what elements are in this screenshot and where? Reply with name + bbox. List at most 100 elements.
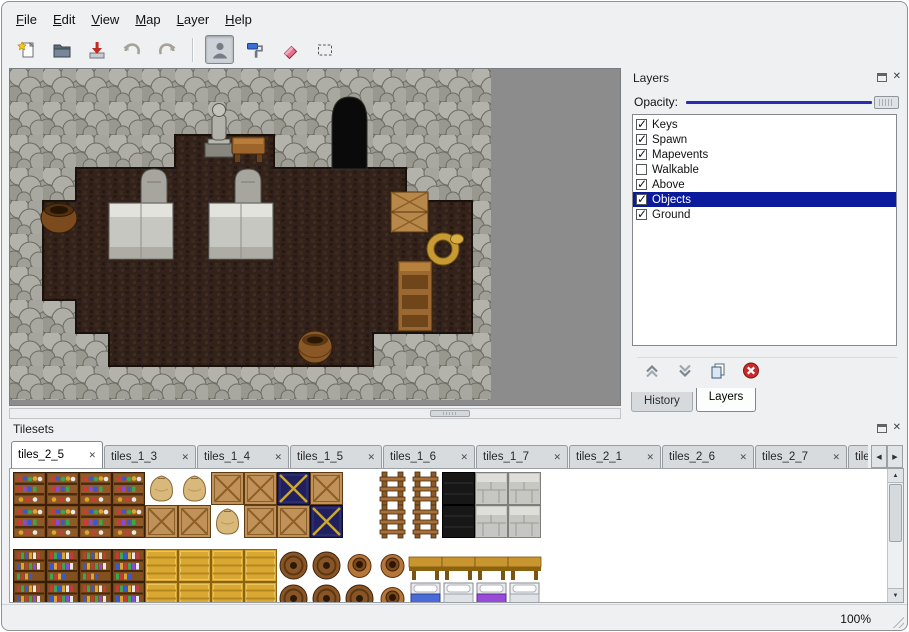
layer-checkbox[interactable]: ✓: [636, 134, 647, 145]
eraser-tool-button[interactable]: [275, 35, 304, 64]
tab-close-icon[interactable]: ✕: [739, 452, 747, 463]
eraser-icon: [280, 40, 300, 60]
zoom-level: 100%: [840, 612, 871, 626]
tileset-tab[interactable]: tiles_2_6 ✕: [662, 445, 754, 468]
tab-close-icon[interactable]: ✕: [274, 452, 282, 463]
tileset-tab[interactable]: tiles_ ✕: [848, 445, 868, 468]
menu-map[interactable]: Map: [127, 10, 168, 29]
float-panel-icon[interactable]: [877, 424, 887, 433]
tileset-tab[interactable]: tiles_2_1 ✕: [569, 445, 661, 468]
redo-button[interactable]: [152, 35, 181, 64]
tab-scroll-left-icon[interactable]: ◀: [871, 445, 887, 468]
menu-help[interactable]: Help: [217, 10, 260, 29]
stamp-tool-button[interactable]: [205, 35, 234, 64]
undo-button[interactable]: [117, 35, 146, 64]
tileset-tab[interactable]: tiles_1_7 ✕: [476, 445, 568, 468]
layer-checkbox[interactable]: ✓: [636, 119, 647, 130]
menu-layer[interactable]: Layer: [169, 10, 218, 29]
tileset-tab[interactable]: tiles_1_5 ✕: [290, 445, 382, 468]
layer-checkbox[interactable]: ✓: [636, 209, 647, 220]
scrollbar-thumb[interactable]: [430, 410, 470, 417]
tab-close-icon[interactable]: ✕: [832, 452, 840, 463]
tab-close-icon[interactable]: ✕: [181, 452, 189, 463]
rect-select-icon: [315, 40, 335, 60]
tileset-tab[interactable]: tiles_2_5 ✕: [11, 441, 103, 468]
tombstone-object: [141, 169, 167, 203]
layer-checkbox[interactable]: ✓: [636, 164, 647, 175]
redo-icon: [157, 40, 177, 60]
tileset-tab[interactable]: tiles_1_6 ✕: [383, 445, 475, 468]
layer-name: Objects: [652, 194, 691, 206]
tileset-tab[interactable]: tiles_1_3 ✕: [104, 445, 196, 468]
altar-object: [109, 203, 173, 259]
menu-view[interactable]: View: [83, 10, 127, 29]
layer-name: Ground: [652, 209, 690, 221]
tab-close-icon[interactable]: ✕: [646, 452, 654, 463]
tileset-tab-label: tiles_1_5: [297, 451, 363, 463]
float-panel-icon[interactable]: [877, 73, 887, 82]
scroll-up-icon[interactable]: ▲: [888, 469, 903, 483]
layer-row[interactable]: ✓ Ground: [633, 207, 896, 222]
barrel-object: [298, 331, 332, 363]
close-panel-icon[interactable]: ✕: [893, 423, 901, 433]
opacity-slider[interactable]: [686, 94, 899, 110]
layer-name: Above: [652, 179, 685, 191]
map-view: [9, 68, 621, 406]
layer-actions: [637, 357, 897, 383]
layer-checkbox[interactable]: ✓: [636, 179, 647, 190]
chevron-down-icon: [676, 363, 694, 379]
tab-close-icon[interactable]: ✕: [367, 452, 375, 463]
paint-tool-button[interactable]: [240, 35, 269, 64]
scrollbar-thumb[interactable]: [889, 484, 902, 542]
open-button[interactable]: [47, 35, 76, 64]
new-button[interactable]: [12, 35, 41, 64]
map-canvas[interactable]: [10, 69, 491, 400]
toolbar-separator: [192, 38, 194, 62]
tileset-canvas[interactable]: [11, 470, 887, 602]
layer-row[interactable]: ✓ Spawn: [633, 132, 896, 147]
menu-file[interactable]: File: [8, 10, 45, 29]
tab-scroll-right-icon[interactable]: ▶: [887, 445, 903, 468]
layer-row[interactable]: ✓ Above: [633, 177, 896, 192]
scroll-down-icon[interactable]: ▼: [888, 588, 903, 602]
layer-name: Walkable: [652, 164, 699, 176]
layers-panel: Layers ✕ Opacity: ✓ Keys ✓ Spawn ✓ Mapev…: [629, 70, 904, 412]
tileset-tab-label: tiles_1_7: [483, 451, 549, 463]
tab-close-icon[interactable]: ✕: [88, 450, 96, 461]
tileset-tab-label: tiles_2_7: [762, 451, 828, 463]
tileset-tab[interactable]: tiles_2_7 ✕: [755, 445, 847, 468]
check-icon: ✓: [637, 147, 647, 161]
tab-close-icon[interactable]: ✕: [553, 452, 561, 463]
layer-row[interactable]: ✓ Mapevents: [633, 147, 896, 162]
check-icon: ✓: [637, 192, 647, 206]
tileset-tab-label: tiles_2_5: [18, 449, 84, 461]
save-button[interactable]: [82, 35, 111, 64]
app-window: File Edit View Map Layer Help: [1, 1, 908, 631]
dock-tab[interactable]: History: [631, 392, 693, 412]
layer-checkbox[interactable]: ✓: [636, 149, 647, 160]
lower-layer-button[interactable]: [673, 360, 697, 381]
menu-edit[interactable]: Edit: [45, 10, 83, 29]
paint-roller-icon: [245, 40, 265, 60]
select-tool-button[interactable]: [310, 35, 339, 64]
duplicate-layer-button[interactable]: [706, 360, 730, 381]
tileset-tab-label: tiles_2_1: [576, 451, 642, 463]
layer-row[interactable]: ✓ Objects: [633, 192, 896, 207]
cave-entrance-object: [332, 97, 367, 169]
check-icon: ✓: [637, 207, 647, 221]
opacity-slider-handle[interactable]: [874, 96, 899, 109]
tileset-tab-label: tiles_1_4: [204, 451, 270, 463]
layer-checkbox[interactable]: ✓: [636, 194, 647, 205]
map-horizontal-scrollbar[interactable]: [9, 408, 621, 419]
dock-tab[interactable]: Layers: [696, 388, 757, 412]
delete-layer-button[interactable]: [739, 360, 763, 381]
close-panel-icon[interactable]: ✕: [893, 72, 901, 82]
tab-close-icon[interactable]: ✕: [460, 452, 468, 463]
layer-row[interactable]: ✓ Keys: [633, 117, 896, 132]
tileset-tab[interactable]: tiles_1_4 ✕: [197, 445, 289, 468]
opacity-slider-track[interactable]: [686, 101, 872, 104]
raise-layer-button[interactable]: [640, 360, 664, 381]
resize-grip[interactable]: [890, 614, 904, 628]
tileset-vertical-scrollbar[interactable]: ▲ ▼: [887, 469, 903, 602]
layer-row[interactable]: ✓ Walkable: [633, 162, 896, 177]
